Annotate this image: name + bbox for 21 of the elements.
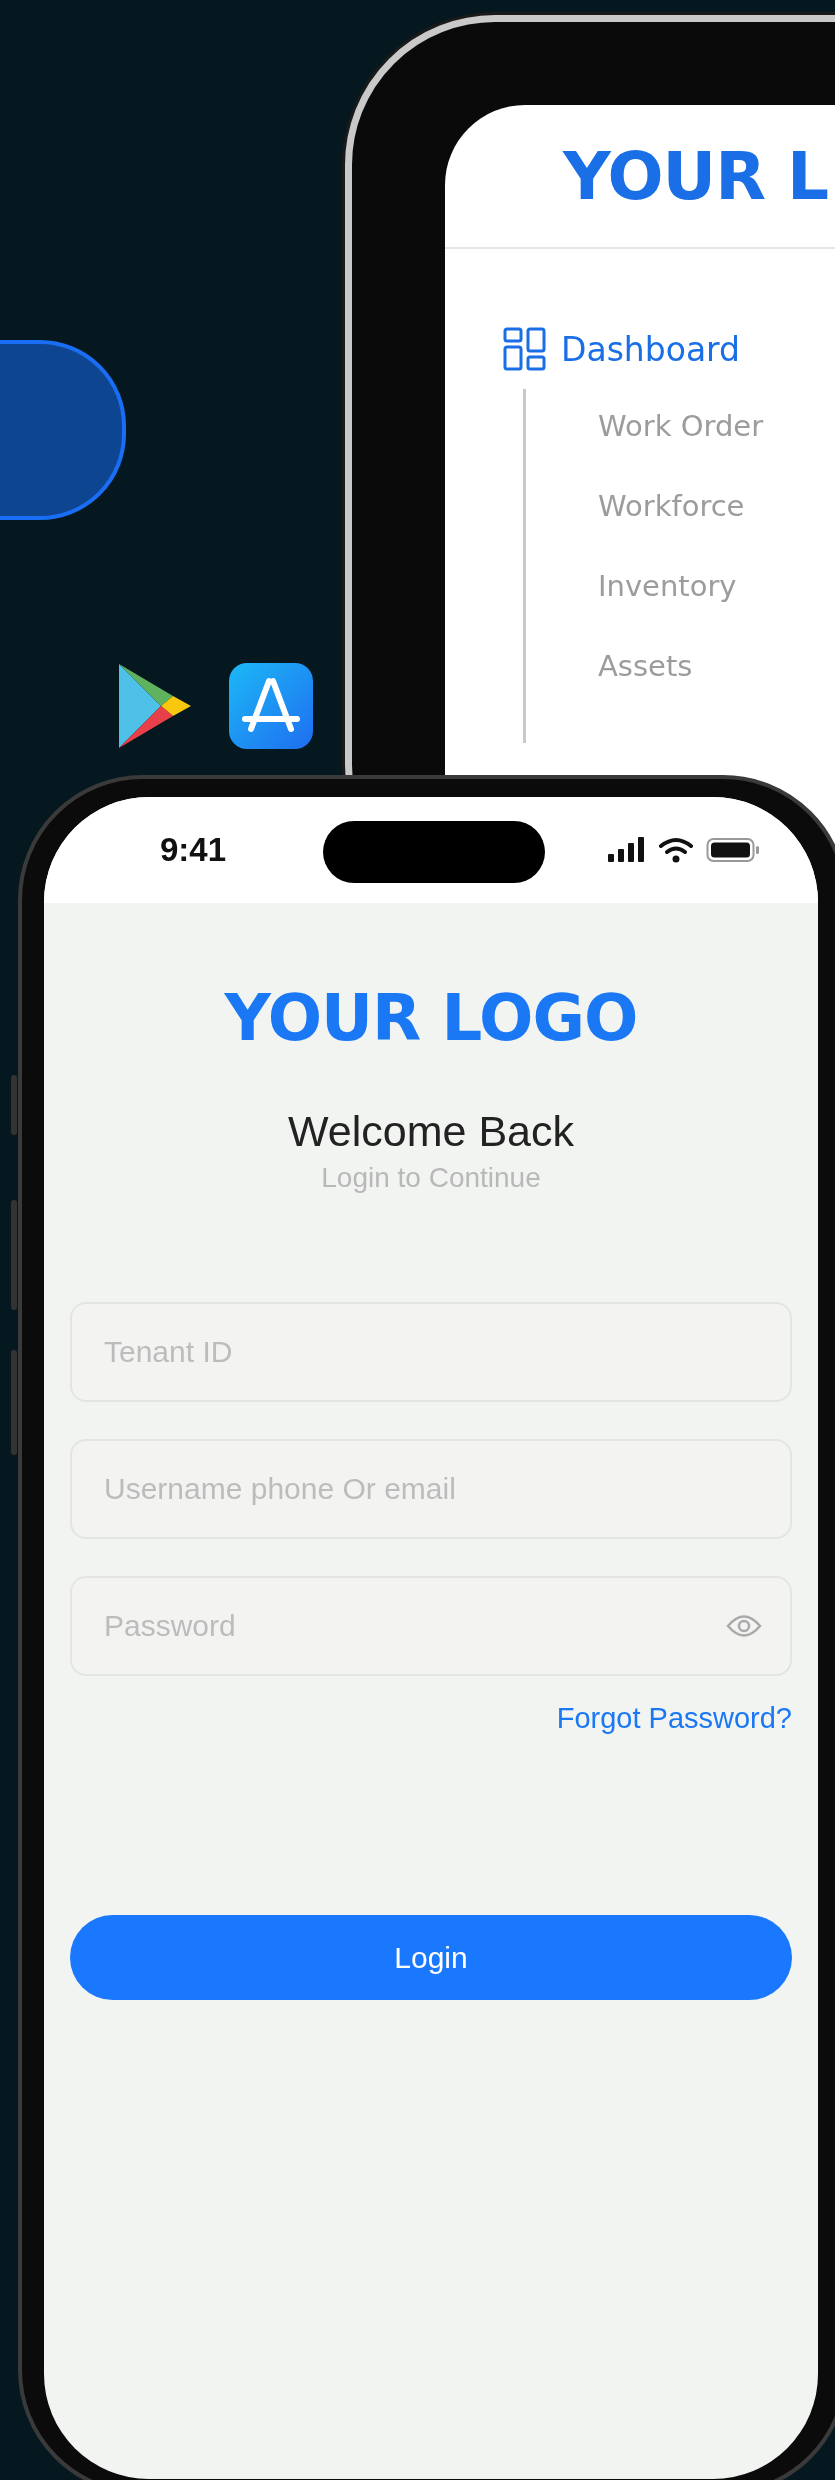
status-time: 9:41	[160, 831, 227, 869]
login-subtitle: Login to Continue	[321, 1162, 541, 1194]
input-field[interactable]: Password	[70, 1576, 792, 1676]
wifi-icon	[658, 837, 694, 863]
dashboard-icon	[503, 327, 547, 371]
input-field[interactable]: Username phone Or email	[70, 1439, 792, 1539]
nav-subitem[interactable]: Inventory	[598, 569, 835, 603]
input-field[interactable]: Tenant ID	[70, 1302, 792, 1402]
welcome-title: Welcome Back	[288, 1107, 574, 1156]
nav-item[interactable]: Dashboard	[561, 329, 741, 369]
play-store-icon[interactable]	[117, 662, 193, 750]
nav-subitem[interactable]: Work Order	[598, 409, 835, 443]
forgot-password-link[interactable]: Forgot Password?	[556, 1702, 792, 1735]
app-store-icon[interactable]	[229, 663, 313, 749]
logo-text: YOUR LOGO	[224, 981, 638, 1055]
nav-subitem[interactable]: Workforce	[598, 489, 835, 523]
signal-icon	[608, 837, 646, 863]
login-button[interactable]: Login	[70, 1915, 792, 2000]
logo-text: YOUR L	[563, 137, 828, 215]
nav-subitem[interactable]: Assets	[598, 649, 835, 683]
battery-icon	[706, 837, 760, 863]
